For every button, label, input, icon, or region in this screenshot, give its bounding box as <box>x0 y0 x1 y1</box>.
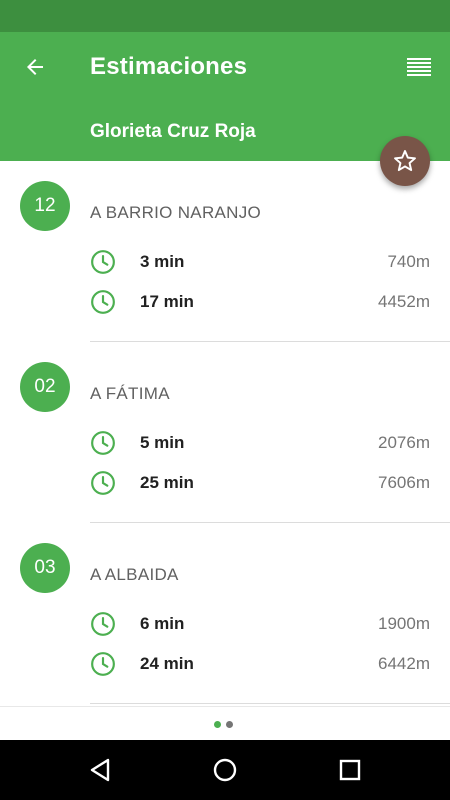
estimate-time: 25 min <box>140 473 194 492</box>
estimates-list[interactable]: 12 A BARRIO NARANJO 3 min 740m 17 min 44… <box>0 161 450 706</box>
clock-icon <box>91 250 115 274</box>
stop-name: Glorieta Cruz Roja <box>90 121 256 142</box>
estimate-time: 17 min <box>140 292 194 311</box>
list-icon <box>407 58 431 76</box>
estimate-row: 17 min 4452m <box>90 287 430 317</box>
estimate-distance: 740m <box>387 252 430 271</box>
estimate-distance: 4452m <box>378 292 430 311</box>
estimate-time: 5 min <box>140 433 185 452</box>
estimate-time: 3 min <box>140 252 185 271</box>
estimate-distance: 6442m <box>378 654 430 673</box>
estimate-row: 6 min 1900m <box>90 609 430 639</box>
route-card: 02 A FÁTIMA 5 min 2076m 25 min 7606m <box>0 342 450 523</box>
route-card: 12 A BARRIO NARANJO 3 min 740m 17 min 44… <box>0 161 450 342</box>
status-bar <box>0 0 450 32</box>
arrow-left-icon <box>27 59 43 75</box>
clock-icon <box>91 652 115 676</box>
page-dot-active[interactable] <box>214 721 221 728</box>
estimate-distance: 7606m <box>378 473 430 492</box>
page-title: Estimaciones <box>90 53 248 80</box>
estimate-distance: 1900m <box>378 614 430 633</box>
page-indicator <box>0 706 450 741</box>
clock-icon <box>91 290 115 314</box>
divider <box>90 703 450 704</box>
line-badge: 03 <box>20 543 70 593</box>
estimate-distance: 2076m <box>378 433 430 452</box>
nav-recents-button[interactable] <box>334 754 366 786</box>
favorite-button[interactable] <box>380 136 430 186</box>
estimate-time: 6 min <box>140 614 185 633</box>
route-destination: A FÁTIMA <box>90 384 170 403</box>
estimate-row: 5 min 2076m <box>90 428 430 458</box>
route-destination: A BARRIO NARANJO <box>90 203 262 222</box>
clock-icon <box>91 471 115 495</box>
estimate-row: 25 min 7606m <box>90 468 430 498</box>
list-view-button[interactable] <box>405 54 433 80</box>
estimate-row: 24 min 6442m <box>90 649 430 679</box>
square-recents-icon <box>339 759 361 781</box>
nav-home-button[interactable] <box>209 754 241 786</box>
clock-icon <box>91 612 115 636</box>
app-bar: Estimaciones Glorieta Cruz Roja <box>0 32 450 161</box>
estimate-row: 3 min 740m <box>90 247 430 277</box>
star-outline-icon <box>394 150 416 172</box>
line-badge: 02 <box>20 362 70 412</box>
route-card: 03 A ALBAIDA 6 min 1900m 24 min 6442m <box>0 523 450 704</box>
system-navigation-bar <box>0 740 450 800</box>
circle-home-icon <box>213 758 237 782</box>
route-destination: A ALBAIDA <box>90 565 179 584</box>
page-dot[interactable] <box>226 721 233 728</box>
triangle-back-icon <box>90 758 110 782</box>
line-badge: 12 <box>20 181 70 231</box>
nav-back-button[interactable] <box>84 754 116 786</box>
back-button[interactable] <box>20 52 50 82</box>
clock-icon <box>91 431 115 455</box>
estimate-time: 24 min <box>140 654 194 673</box>
